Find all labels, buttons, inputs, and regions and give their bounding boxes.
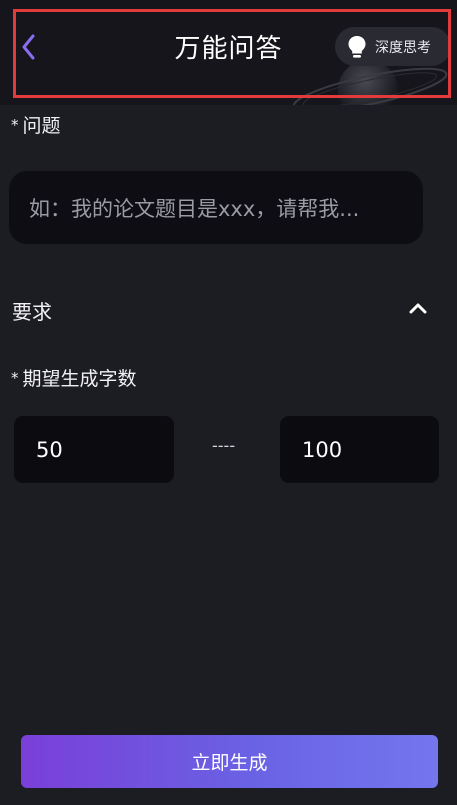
required-mark: * [11, 369, 19, 387]
question-label-text: 问题 [22, 115, 61, 137]
generate-button[interactable]: 立即生成 [21, 735, 438, 788]
requirements-collapse-button[interactable] [404, 294, 432, 322]
chevron-up-icon [409, 303, 427, 314]
question-label: * 问题 [11, 111, 61, 138]
question-input[interactable]: 如：我的论文题目是xxx，请帮我... [9, 171, 423, 244]
header-bar: 万能问答 深度思考 [0, 0, 457, 105]
min-word-count-input[interactable]: 50 [14, 416, 174, 483]
word-count-label-text: 期望生成字数 [22, 368, 137, 390]
max-word-count-input[interactable]: 100 [280, 416, 439, 483]
range-separator: ---- [212, 436, 236, 455]
highlight-box [13, 9, 451, 98]
requirements-label: 要求 [12, 300, 52, 324]
word-count-label: * 期望生成字数 [11, 364, 137, 391]
required-mark: * [11, 116, 19, 134]
